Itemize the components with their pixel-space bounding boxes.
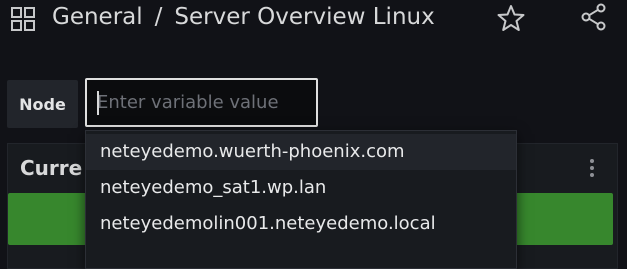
dropdown-option[interactable]: neteyedemolin001.neteyedemo.local bbox=[86, 206, 516, 242]
dropdown-option[interactable]: neteyedemo_sat1.wp.lan bbox=[86, 170, 516, 206]
variable-input[interactable] bbox=[97, 88, 307, 116]
variable-label: Node bbox=[7, 80, 78, 128]
star-icon[interactable] bbox=[497, 4, 525, 32]
variable-input-box[interactable] bbox=[85, 78, 318, 127]
top-bar: General / Server Overview Linux bbox=[0, 0, 627, 38]
breadcrumb: General / Server Overview Linux bbox=[52, 2, 435, 32]
kebab-menu-icon[interactable] bbox=[586, 156, 598, 180]
variable-options-dropdown: neteyedemo.wuerth-phoenix.com neteyedemo… bbox=[85, 130, 517, 269]
dropdown-option[interactable]: neteyedemo.wuerth-phoenix.com bbox=[86, 134, 516, 170]
share-icon[interactable] bbox=[580, 3, 608, 31]
panel-title: Curre bbox=[20, 156, 83, 180]
text-cursor bbox=[97, 91, 99, 115]
dashboard-title[interactable]: Server Overview Linux bbox=[174, 4, 434, 30]
grid-icon[interactable] bbox=[10, 6, 36, 32]
breadcrumb-separator: / bbox=[154, 4, 163, 30]
breadcrumb-folder[interactable]: General bbox=[52, 4, 143, 30]
